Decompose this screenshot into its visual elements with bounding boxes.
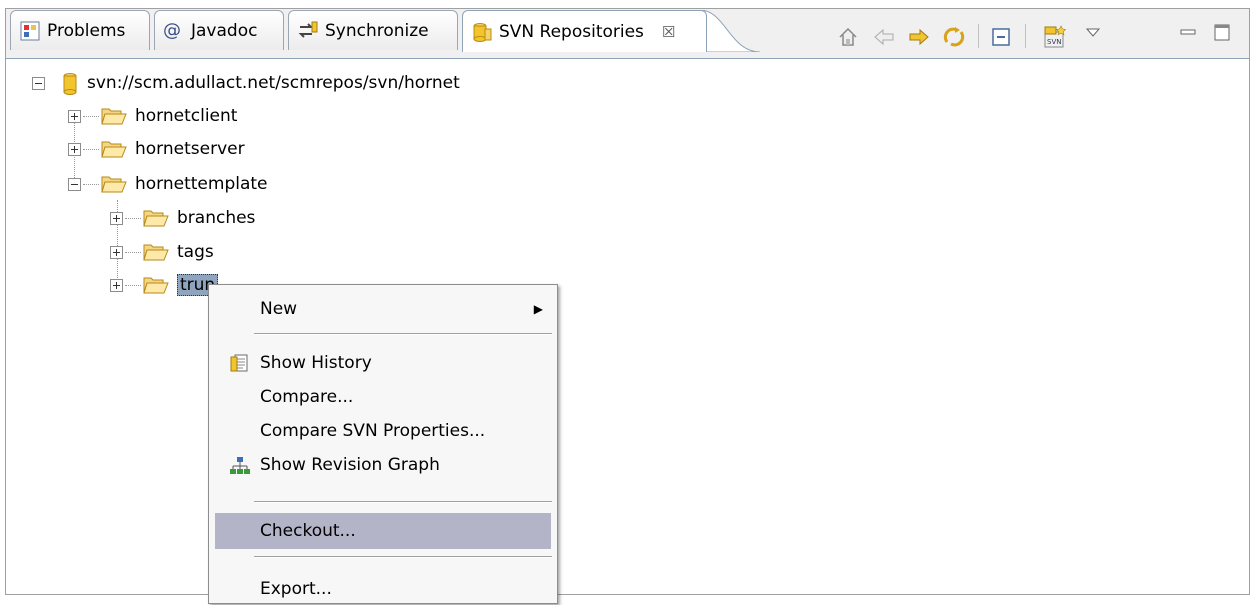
tree-item-trunk[interactable]: trun: [110, 270, 219, 300]
tab-javadoc[interactable]: @ Javadoc: [154, 10, 284, 50]
new-repository-location-icon[interactable]: SVN: [1042, 24, 1068, 50]
menu-item-compare[interactable]: Compare...: [215, 381, 551, 413]
menu-item-checkout[interactable]: Checkout...: [215, 513, 551, 549]
menu-item-new[interactable]: New ▶: [215, 293, 551, 325]
tree-item-label: hornetserver: [135, 139, 245, 159]
javadoc-icon: @: [163, 19, 181, 41]
tree-root-label: svn://scm.adullact.net/scmrepos/svn/horn…: [87, 73, 460, 93]
tree-item-branches[interactable]: branches: [110, 203, 255, 233]
collapse-all-icon[interactable]: [988, 24, 1014, 50]
menu-item-show-history[interactable]: Show History: [215, 347, 551, 379]
tree-item-label: tags: [177, 242, 214, 262]
collapse-icon[interactable]: [32, 76, 45, 90]
tree-item-label: hornetclient: [135, 106, 238, 126]
tree-item-label: hornettemplate: [135, 174, 268, 194]
menu-separator: [254, 333, 552, 335]
tree-item-label: branches: [177, 208, 256, 228]
minimize-icon[interactable]: [1175, 20, 1201, 46]
collapse-icon[interactable]: [68, 177, 81, 191]
close-tab-icon[interactable]: ☒: [662, 23, 675, 41]
back-icon[interactable]: [871, 24, 897, 50]
view-menu-icon[interactable]: [1080, 20, 1106, 46]
tab-problems[interactable]: Problems: [10, 10, 150, 50]
folder-icon: [143, 208, 169, 228]
menu-item-show-revision-graph[interactable]: Show Revision Graph: [215, 449, 551, 481]
problems-icon: [19, 20, 41, 42]
svn-repositories-view: Problems @ Javadoc Synchronize SVN Repos…: [0, 0, 1255, 604]
tab-label: SVN Repositories: [499, 21, 644, 42]
tree-item-hornetclient[interactable]: hornetclient: [68, 101, 237, 131]
folder-icon: [101, 174, 127, 194]
tree-item-tags[interactable]: tags: [110, 237, 214, 267]
synchronize-icon: [297, 20, 319, 42]
context-menu: New ▶ Show History Compare... Compare SV…: [208, 284, 558, 604]
folder-icon: [101, 106, 127, 126]
menu-item-export[interactable]: Export...: [215, 573, 551, 605]
revision-graph-icon: [229, 454, 251, 476]
tab-label: Synchronize: [325, 20, 429, 41]
toolbar-separator: [978, 24, 979, 48]
svn-repositories-icon: [471, 21, 493, 43]
repository-icon: [63, 73, 79, 95]
forward-icon[interactable]: [906, 24, 932, 50]
tab-label: Javadoc: [191, 20, 258, 41]
menu-separator: [254, 556, 552, 558]
folder-icon: [143, 275, 169, 295]
expand-icon[interactable]: [68, 142, 81, 156]
expand-icon[interactable]: [68, 109, 81, 123]
tab-svn-repositories[interactable]: SVN Repositories ☒: [462, 10, 707, 52]
tab-synchronize[interactable]: Synchronize: [288, 10, 458, 50]
expand-icon[interactable]: [110, 245, 123, 259]
menu-separator: [254, 501, 552, 503]
folder-icon: [143, 242, 169, 262]
expand-icon[interactable]: [110, 211, 123, 225]
tree-item-hornettemplate[interactable]: hornettemplate: [68, 169, 268, 199]
submenu-arrow-icon: ▶: [533, 302, 543, 316]
tab-curve: [700, 10, 760, 52]
maximize-icon[interactable]: [1209, 20, 1235, 46]
folder-icon: [101, 139, 127, 159]
svg-text:SVN: SVN: [1047, 38, 1061, 46]
tree-root[interactable]: svn://scm.adullact.net/scmrepos/svn/horn…: [32, 68, 460, 98]
toolbar-separator: [1025, 24, 1026, 48]
tab-label: Problems: [47, 20, 126, 41]
history-icon: [229, 352, 251, 374]
home-icon[interactable]: [835, 24, 861, 50]
menu-item-compare-svn-properties[interactable]: Compare SVN Properties...: [215, 415, 551, 447]
tree-item-hornetserver[interactable]: hornetserver: [68, 134, 245, 164]
expand-icon[interactable]: [110, 278, 123, 292]
refresh-icon[interactable]: [941, 24, 967, 50]
